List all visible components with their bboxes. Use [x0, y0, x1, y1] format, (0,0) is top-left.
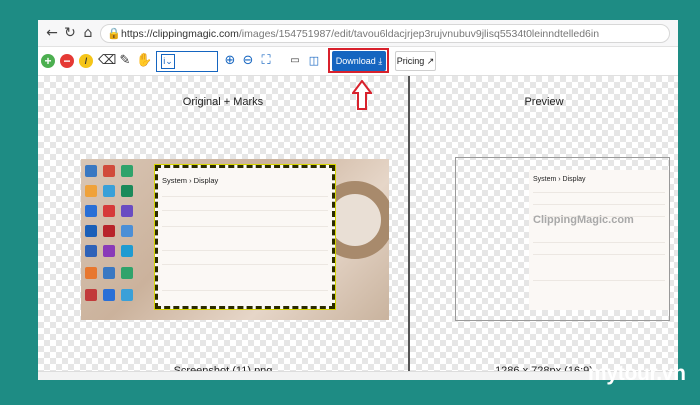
desktop-app-icon: [103, 289, 115, 301]
preview-row: [533, 204, 665, 213]
desktop-app-icon: [85, 165, 97, 177]
settings-window-marked: System › Display: [154, 164, 336, 310]
preview-row: [533, 242, 665, 251]
browser-window: ← ↻ ⌂ 🔒 https://clippingmagic.com/images…: [38, 20, 678, 380]
scalpel-icon[interactable]: ✎: [117, 53, 133, 69]
preview-cutout: System › Display: [529, 170, 669, 310]
settings-row: [162, 196, 328, 206]
download-button[interactable]: Download ⤓: [332, 51, 386, 71]
pricing-button[interactable]: Pricing ↗: [395, 51, 436, 71]
settings-row: [162, 290, 328, 300]
url-path: /images/154751987/edit/tavou6ldacjrjep3r…: [238, 28, 600, 40]
browser-address-bar: ← ↻ ⌂ 🔒 https://clippingmagic.com/images…: [38, 20, 678, 47]
preview-row: [533, 280, 665, 289]
zoom-out-icon[interactable]: ⊖: [240, 53, 256, 69]
desktop-app-icon: [85, 267, 97, 279]
original-panel: Original + Marks System › Display: [38, 76, 408, 380]
url-host: https://clippingmagic.com: [121, 28, 239, 40]
selection-menu-icon[interactable]: i⌄: [161, 54, 175, 69]
desktop-app-icon: [85, 245, 97, 257]
desktop-app-icon: [85, 205, 97, 217]
lock-icon: 🔒: [107, 27, 121, 40]
reload-icon[interactable]: ↻: [62, 25, 78, 41]
desktop-app-icon: [121, 267, 133, 279]
desktop-app-icon: [121, 165, 133, 177]
desktop-app-icon: [103, 165, 115, 177]
desktop-app-icon: [103, 245, 115, 257]
preview-panel-title: Preview: [524, 96, 564, 108]
fit-icon[interactable]: ⛶: [258, 53, 274, 69]
editor-toolbar: + − / ⌫ ✎ ✋ i⌄ ⊕ ⊖ ⛶ ▭ ◫ Download ⤓ Pric…: [38, 47, 678, 76]
brand-logo: mytour.vn: [588, 362, 686, 385]
bottom-toolbar-strip: [38, 371, 678, 380]
preview-panel: Preview System › Display ClippingMagic.c…: [410, 76, 678, 380]
split-view-icon[interactable]: ◫: [306, 53, 322, 69]
preview-row: [533, 254, 665, 263]
url-text: https://clippingmagic.com/images/1547519…: [121, 28, 599, 40]
desktop-app-icon: [121, 205, 133, 217]
red-arrow-up-icon: [352, 80, 372, 110]
settings-row: [162, 250, 328, 260]
remove-mark-icon[interactable]: −: [60, 54, 74, 68]
hand-icon[interactable]: ✋: [136, 53, 152, 69]
settings-row: [162, 226, 328, 236]
preview-row: [533, 192, 665, 201]
settings-window-title: System › Display: [162, 176, 219, 185]
settings-row: [162, 264, 328, 274]
add-mark-icon[interactable]: +: [41, 54, 55, 68]
desktop-app-icon: [121, 185, 133, 197]
desktop-app-icon: [121, 225, 133, 237]
desktop-app-icon: [85, 225, 97, 237]
desktop-app-icon: [121, 245, 133, 257]
zoom-in-icon[interactable]: ⊕: [222, 53, 238, 69]
highlight-icon[interactable]: /: [79, 54, 93, 68]
desktop-app-icon: [85, 185, 97, 197]
home-icon[interactable]: ⌂: [80, 25, 96, 41]
image-mode-icon[interactable]: ▭: [287, 53, 303, 69]
watermark-text: ClippingMagic.com: [533, 214, 634, 226]
desktop-app-icon: [103, 205, 115, 217]
settings-row: [162, 210, 328, 220]
slide-background: ← ↻ ⌂ 🔒 https://clippingmagic.com/images…: [0, 0, 700, 405]
desktop-app-icon: [103, 185, 115, 197]
url-field[interactable]: 🔒 https://clippingmagic.com/images/15475…: [100, 24, 670, 43]
view-tools-group: i⌄: [156, 51, 218, 72]
desktop-app-icon: [103, 225, 115, 237]
eraser-icon[interactable]: ⌫: [98, 53, 116, 69]
back-icon[interactable]: ←: [44, 25, 60, 41]
original-image: System › Display: [81, 159, 389, 320]
desktop-app-icon: [121, 289, 133, 301]
preview-frame: System › Display ClippingMagic.com: [455, 157, 670, 321]
desktop-app-icon: [85, 289, 97, 301]
desktop-app-icon: [103, 267, 115, 279]
preview-window-title: System › Display: [533, 176, 586, 183]
